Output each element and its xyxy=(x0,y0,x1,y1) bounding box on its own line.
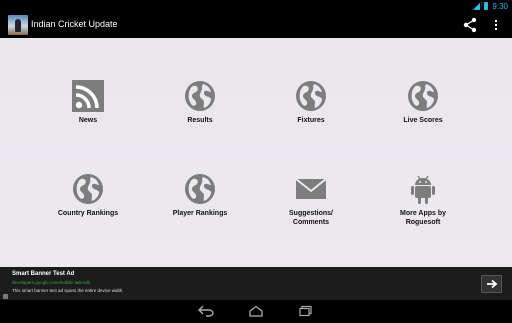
android-icon xyxy=(411,175,435,204)
rss-icon xyxy=(72,80,104,112)
mail-icon xyxy=(295,178,327,199)
main-grid: News Results Fixtures Live Scores Countr… xyxy=(0,38,512,267)
share-icon[interactable] xyxy=(461,16,479,34)
tile-label: Country Rankings xyxy=(57,210,119,217)
tile-label: Player Rankings xyxy=(172,210,228,217)
signal-icon xyxy=(473,2,481,10)
tile-country-rankings[interactable]: Country Rankings xyxy=(40,173,136,218)
tile-label: Fixtures xyxy=(297,117,325,124)
tile-suggestions[interactable]: Suggestions/ Comments xyxy=(263,173,359,227)
tile-label: News xyxy=(78,117,98,124)
ad-title: Smart Banner Test Ad xyxy=(12,271,75,277)
globe-icon xyxy=(296,81,326,111)
ad-description: This smart banner test ad spans the enti… xyxy=(12,288,124,293)
globe-icon xyxy=(408,81,438,111)
recents-button[interactable] xyxy=(293,303,319,319)
home-button[interactable] xyxy=(243,303,269,319)
tile-results[interactable]: Results xyxy=(152,80,248,125)
globe-icon xyxy=(185,174,215,204)
globe-icon xyxy=(73,174,103,204)
overflow-menu-icon[interactable] xyxy=(489,16,503,34)
battery-icon xyxy=(484,2,489,10)
tile-label: More Apps by Roguesoft xyxy=(399,210,447,226)
ad-arrow-button[interactable] xyxy=(481,275,502,293)
tile-fixtures[interactable]: Fixtures xyxy=(263,80,359,125)
home-icon xyxy=(249,305,263,317)
recents-icon xyxy=(299,305,312,317)
ad-url[interactable]: developers.google.com/mobile-ads-sdk xyxy=(12,280,90,286)
arrow-right-icon xyxy=(486,279,497,289)
status-bar: ⚐ 9:30 xyxy=(0,0,512,12)
tile-live-scores[interactable]: Live Scores xyxy=(375,80,471,125)
tile-label: Results xyxy=(187,117,213,124)
app-title: Indian Cricket Update xyxy=(31,19,118,29)
app-icon[interactable] xyxy=(8,15,28,35)
back-icon xyxy=(198,305,214,317)
tile-player-rankings[interactable]: Player Rankings xyxy=(152,173,248,218)
ad-info-icon[interactable] xyxy=(3,294,8,299)
globe-icon xyxy=(185,81,215,111)
back-button[interactable] xyxy=(193,303,219,319)
tile-more-apps[interactable]: More Apps by Roguesoft xyxy=(375,173,471,227)
tile-label: Live Scores xyxy=(403,117,443,124)
tile-label: Suggestions/ Comments xyxy=(289,210,333,226)
status-time: 9:30 xyxy=(492,1,508,11)
tile-news[interactable]: News xyxy=(40,80,136,125)
